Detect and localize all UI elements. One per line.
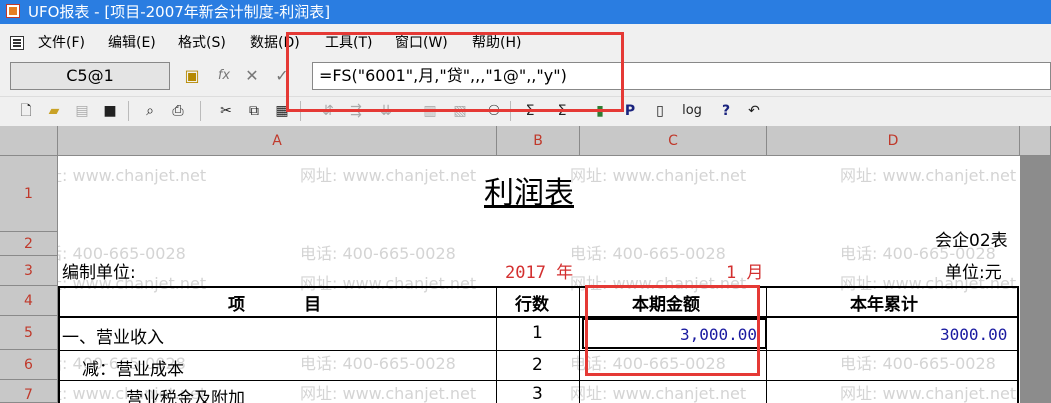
open-folder-icon[interactable]: ▰	[44, 101, 64, 121]
app-icon	[6, 4, 20, 18]
highlight-amount-box	[585, 285, 760, 376]
table-border-right	[1017, 286, 1019, 403]
table-border-top	[58, 286, 1018, 288]
corner-header[interactable]	[0, 126, 58, 156]
row-header-3[interactable]: 3	[0, 256, 58, 286]
toolbar-separator	[128, 101, 129, 121]
column-header-b[interactable]: B	[497, 126, 580, 156]
watermark: 网址: www.chanjet.net	[840, 166, 1017, 185]
line-item[interactable]: 一、营业收入	[62, 323, 164, 348]
watermark: 电话: 400-665-0028	[570, 244, 726, 263]
column-header-filler	[1020, 126, 1051, 156]
row-header-2[interactable]: 2	[0, 232, 58, 256]
menu-edit[interactable]: 编辑(E)	[108, 30, 156, 56]
report-month: 1 月	[726, 263, 764, 283]
cancel-icon[interactable]: ✕	[242, 66, 262, 86]
watermark: 电话: 400-665-0028	[840, 354, 996, 373]
window-title: UFO报表 - [项目-2007年新会计制度-利润表]	[28, 3, 331, 21]
report-code: 会企02表	[935, 231, 1008, 251]
watermark: 网址: www.chanjet.net	[570, 166, 747, 185]
watermark: 网址: www.chanjet.net	[300, 274, 477, 293]
report-sheet: 电话: 400-665-0028 电话: 400-665-0028 电话: 40…	[0, 126, 1051, 403]
calculator-icon[interactable]: ▣	[182, 66, 202, 86]
header-line: 行数	[515, 295, 549, 315]
document-menu-icon[interactable]	[10, 36, 24, 50]
line-number[interactable]: 1	[532, 323, 543, 343]
report-year: 2017 年	[505, 263, 574, 283]
table-border-col	[496, 286, 497, 403]
report-title: 利润表	[484, 176, 574, 211]
cut-icon[interactable]: ✂	[216, 101, 236, 121]
table-border-row	[58, 350, 1018, 351]
help-icon[interactable]: ?	[716, 101, 736, 121]
row-header-7[interactable]: 7	[0, 380, 58, 403]
vertical-scrollbar[interactable]	[1020, 156, 1051, 403]
title-bar: UFO报表 - [项目-2007年新会计制度-利润表]	[0, 0, 1051, 24]
org-label: 编制单位:	[62, 263, 136, 283]
watermark: 电话: 400-665-0028	[300, 354, 456, 373]
table-border-header	[58, 316, 1018, 318]
ytd-amount[interactable]: 3000.00	[940, 325, 1007, 344]
line-item[interactable]: 减：营业成本	[82, 355, 184, 380]
print-icon[interactable]: ⎙	[168, 101, 188, 121]
line-number[interactable]: 3	[532, 384, 543, 403]
new-file-icon[interactable]: 🗋	[16, 101, 36, 121]
menu-file[interactable]: 文件(F)	[38, 30, 85, 56]
clipboard-icon[interactable]: ▯	[650, 101, 670, 121]
column-header-d[interactable]: D	[767, 126, 1020, 156]
watermark: 网址: www.chanjet.net	[840, 384, 1017, 403]
watermark: 电话: 400-665-0028	[300, 244, 456, 263]
line-item[interactable]: 营业税金及附加	[126, 384, 245, 403]
watermark: 网址: www.chanjet.net	[300, 166, 477, 185]
row-header-1[interactable]: 1	[0, 156, 58, 232]
column-header-c[interactable]: C	[580, 126, 767, 156]
row-header-4[interactable]: 4	[0, 286, 58, 316]
row-header-5[interactable]: 5	[0, 316, 58, 350]
table-border-col	[579, 286, 580, 403]
table-border-row	[58, 380, 1018, 381]
watermark: 网址: www.chanjet.net	[570, 384, 747, 403]
column-header-a[interactable]: A	[58, 126, 497, 156]
report-unit: 单位:元	[945, 263, 1002, 283]
function-icon[interactable]: fx	[214, 66, 234, 86]
line-number[interactable]: 2	[532, 355, 543, 375]
cell-reference-box[interactable]: C5@1	[10, 62, 170, 90]
save-icon[interactable]: ■	[100, 101, 120, 121]
header-ytd: 本年累计	[850, 295, 918, 315]
undo-icon[interactable]: ↶	[744, 101, 764, 121]
row-header-6[interactable]: 6	[0, 350, 58, 380]
copy-icon[interactable]: ⧉	[244, 101, 264, 121]
menu-format[interactable]: 格式(S)	[178, 30, 226, 56]
toolbar-separator	[200, 101, 201, 121]
highlight-formula-box	[286, 32, 624, 112]
log-icon[interactable]: log	[682, 101, 702, 121]
print-preview-icon[interactable]: ⌕	[140, 101, 160, 121]
watermark: 网址: www.chanjet.net	[300, 384, 477, 403]
blank-page-icon[interactable]: ▤	[72, 101, 92, 121]
header-item: 项 目	[228, 295, 322, 315]
table-border-left	[58, 286, 60, 403]
